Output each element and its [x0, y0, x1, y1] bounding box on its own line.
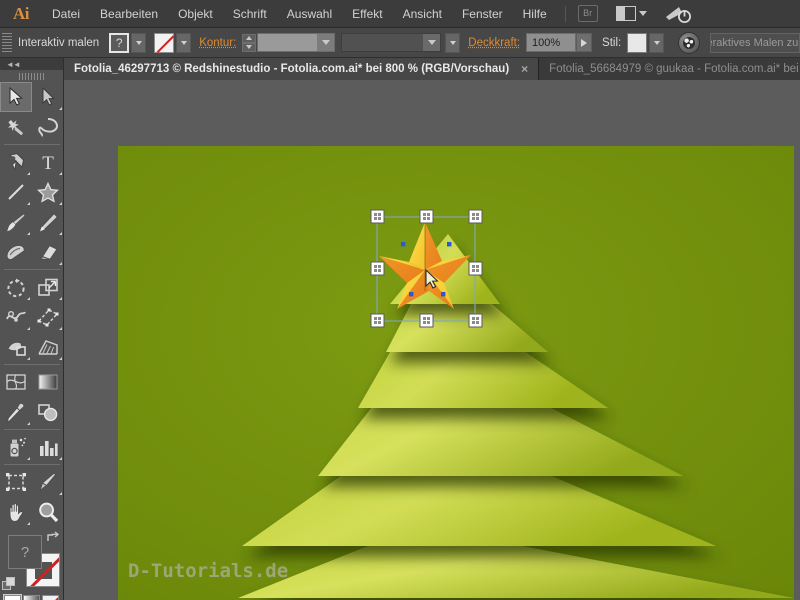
chevron-down-icon	[317, 34, 335, 51]
direct-selection-tool[interactable]	[32, 82, 64, 112]
stroke-label[interactable]: Kontur:	[199, 37, 236, 49]
graphic-style-dropdown[interactable]	[649, 32, 665, 53]
menu-schrift[interactable]: Schrift	[223, 0, 277, 28]
menu-datei[interactable]: Datei	[42, 0, 90, 28]
collapse-panel-icon[interactable]: ◄◄	[0, 58, 63, 70]
menu-hilfe[interactable]: Hilfe	[513, 0, 557, 28]
tool-divider	[4, 364, 60, 365]
chevron-down-icon	[638, 11, 647, 16]
mesh-tool[interactable]	[0, 367, 32, 397]
zoom-tool[interactable]	[32, 497, 64, 527]
artboard-tool[interactable]	[0, 467, 32, 497]
shape-builder-tool[interactable]	[0, 332, 32, 362]
paper-christmas-tree	[118, 146, 794, 600]
document-tab-bar: Fotolia_46297713 © Redshinestudio - Foto…	[64, 58, 800, 80]
eraser-tool[interactable]	[32, 237, 64, 267]
stroke-profile-combo[interactable]	[341, 33, 442, 52]
line-segment-tool[interactable]	[0, 177, 32, 207]
column-graph-tool[interactable]	[32, 432, 64, 462]
opacity-label[interactable]: Deckkraft:	[468, 37, 520, 49]
type-tool[interactable]: T	[32, 147, 64, 177]
perspective-grid-tool[interactable]	[32, 332, 64, 362]
rotate-tool[interactable]	[0, 272, 32, 302]
fill-dropdown[interactable]	[131, 32, 147, 53]
canvas-area[interactable]: D-Tutorials.de	[64, 80, 800, 600]
free-transform-tool[interactable]	[32, 302, 64, 332]
brush-dropdown[interactable]	[445, 32, 461, 53]
app-logo: Ai	[13, 3, 30, 23]
tool-divider	[4, 464, 60, 465]
gradient-mode-button[interactable]	[23, 595, 40, 600]
tab-title: Fotolia_46297713 © Redshinestudio - Foto…	[74, 63, 510, 75]
paint-mode-row	[0, 593, 63, 600]
search-input[interactable]: Interaktives Malen zus.fü	[710, 32, 800, 53]
pen-tool[interactable]	[0, 147, 32, 177]
opacity-input[interactable]: 100%	[526, 33, 577, 52]
pencil-tool[interactable]	[32, 207, 64, 237]
symbol-sprayer-tool[interactable]	[0, 432, 32, 462]
chevron-down-icon	[423, 34, 441, 51]
tool-divider	[4, 269, 60, 270]
stroke-swatch[interactable]	[154, 32, 175, 53]
menu-fenster[interactable]: Fenster	[452, 0, 513, 28]
close-icon[interactable]: ×	[521, 62, 528, 76]
stroke-dropdown[interactable]	[176, 32, 192, 53]
style-label: Stil:	[602, 36, 622, 49]
menu-ansicht[interactable]: Ansicht	[393, 0, 452, 28]
selection-tool[interactable]	[0, 82, 32, 112]
arrange-documents-icon[interactable]	[615, 6, 647, 21]
scale-tool[interactable]	[32, 272, 64, 302]
svg-text:T: T	[42, 153, 54, 172]
control-bar-grip[interactable]	[2, 32, 12, 53]
menu-objekt[interactable]: Objekt	[168, 0, 223, 28]
shape-tool[interactable]	[32, 177, 64, 207]
tools-panel-grip[interactable]	[0, 70, 63, 82]
swap-fill-stroke-icon[interactable]	[46, 531, 60, 545]
blend-tool[interactable]	[32, 397, 64, 427]
opacity-flyout-button[interactable]	[576, 33, 593, 52]
fill-swatch[interactable]: ?	[109, 32, 130, 53]
graphic-style-swatch[interactable]	[627, 32, 648, 53]
eyedropper-tool[interactable]	[0, 397, 32, 427]
arrange-glyph	[615, 6, 636, 21]
bridge-icon[interactable]: Br	[577, 5, 598, 22]
blob-brush-tool[interactable]	[0, 237, 32, 267]
default-fill-stroke-icon[interactable]	[2, 577, 16, 591]
none-mode-button[interactable]	[42, 595, 59, 600]
fill-stroke-widget: ?	[0, 531, 64, 593]
control-bar: Interaktiv malen ? Kontur: Deckkraft: 10…	[0, 28, 800, 58]
width-warp-tool[interactable]	[0, 302, 32, 332]
transparency-grid-icon[interactable]	[678, 31, 701, 54]
fill-color-indicator[interactable]: ?	[8, 535, 42, 569]
artboard[interactable]: D-Tutorials.de	[118, 146, 794, 600]
tools-panel: ◄◄ T ?	[0, 58, 64, 600]
stroke-weight-combo[interactable]	[257, 33, 336, 52]
menu-auswahl[interactable]: Auswahl	[277, 0, 342, 28]
document-tab-inactive[interactable]: Fotolia_56684979 © guukaa - Fotolia.com.…	[539, 58, 800, 80]
workspace-switcher-icon[interactable]	[665, 4, 691, 24]
menu-bearbeiten[interactable]: Bearbeiten	[90, 0, 168, 28]
tool-divider	[4, 144, 60, 145]
menu-effekt[interactable]: Effekt	[342, 0, 392, 28]
tab-title: Fotolia_56684979 © guukaa - Fotolia.com.…	[549, 63, 800, 75]
illustrator-window: Ai Datei Bearbeiten Objekt Schrift Auswa…	[0, 0, 800, 600]
active-tool-label: Interaktiv malen	[18, 36, 100, 49]
stroke-weight-stepper[interactable]	[242, 33, 257, 52]
tool-grid: T	[0, 82, 64, 527]
gradient-tool[interactable]	[32, 367, 64, 397]
menu-divider	[564, 5, 566, 22]
magic-wand-tool[interactable]	[0, 112, 32, 142]
document-tab-active[interactable]: Fotolia_46297713 © Redshinestudio - Foto…	[64, 58, 540, 80]
paintbrush-tool[interactable]	[0, 207, 32, 237]
menu-bar: Ai Datei Bearbeiten Objekt Schrift Auswa…	[0, 0, 800, 28]
hand-tool[interactable]	[0, 497, 32, 527]
tool-divider	[4, 429, 60, 430]
watermark: D-Tutorials.de	[128, 560, 289, 582]
lasso-tool[interactable]	[32, 112, 64, 142]
slice-tool[interactable]	[32, 467, 64, 497]
color-mode-button[interactable]	[3, 594, 22, 600]
